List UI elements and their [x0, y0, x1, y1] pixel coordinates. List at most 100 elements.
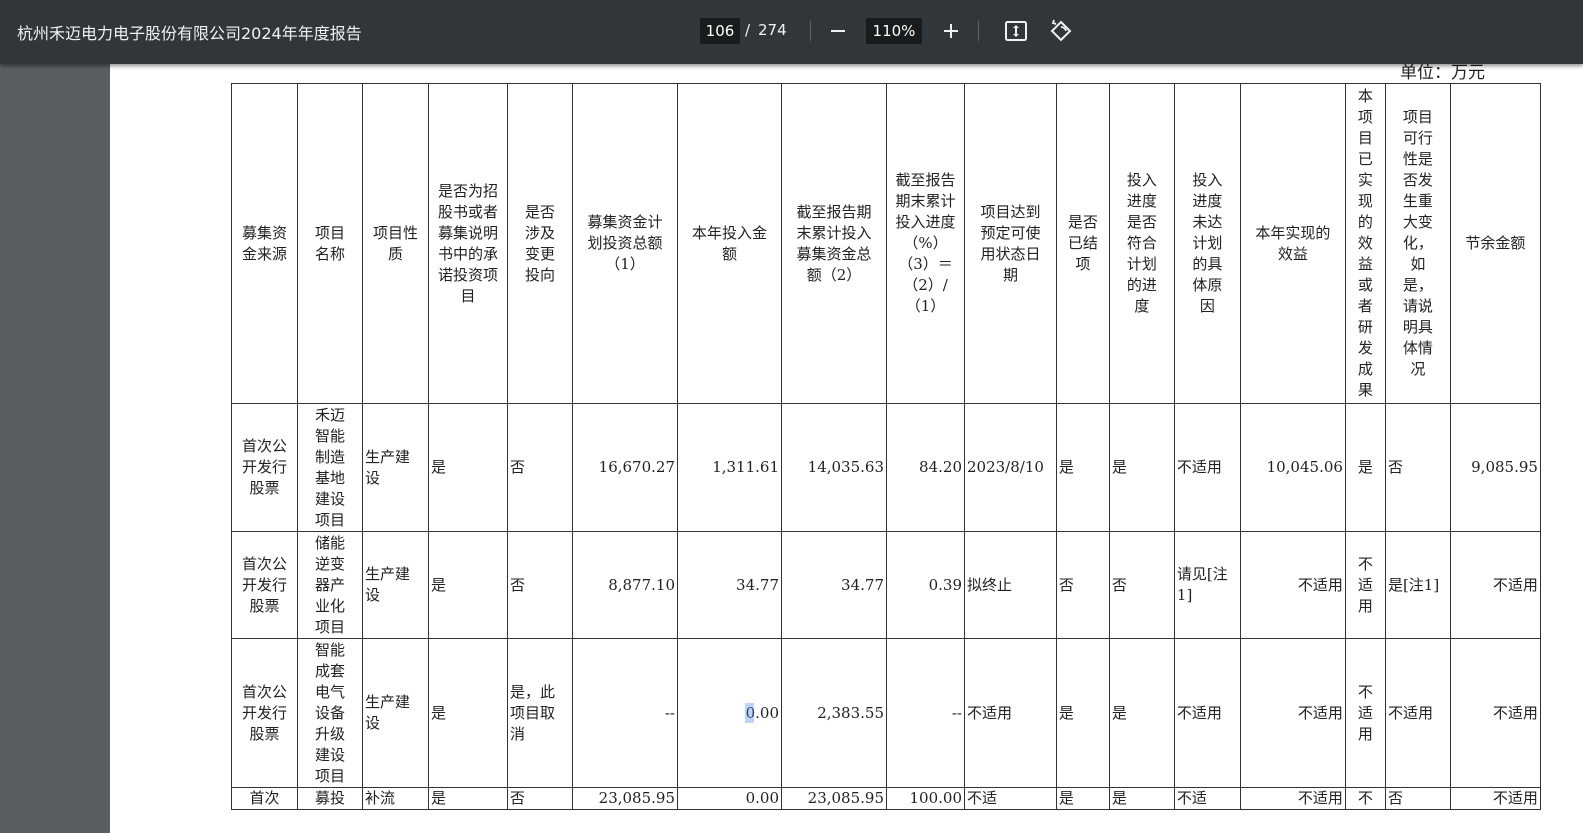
header-feasibility-change: 项目可行性是否发生重大变化，如是，请说明具体情况 — [1384, 83, 1451, 404]
header-cumulative-input: 截至报告期末累计投入募集资金总额（2） — [781, 83, 887, 404]
cell-closed: 是 — [1055, 787, 1110, 810]
cell-progress-on-plan: 否 — [1108, 531, 1175, 639]
cell-committed-project: 是 — [428, 787, 508, 810]
cell-delay-reason: 不适 — [1173, 787, 1241, 810]
cell-current-year-input: 34.77 — [677, 531, 782, 639]
cell-planned-total: 8,877.10 — [572, 531, 678, 639]
header-committed-project: 是否为招股书或者募集说明书中的承诺投资项目 — [428, 83, 508, 404]
cell-planned-total: -- — [572, 638, 678, 788]
cell-project-name: 智能成套电气设备升级建设项目 — [297, 638, 363, 788]
document-title: 杭州禾迈电力电子股份有限公司2024年年度报告 — [17, 24, 362, 43]
cell-cumulative-progress: 0.39 — [886, 531, 965, 639]
cell-fund-source: 首次 — [231, 787, 298, 810]
table-row: 首次公开发行股票 智能成套电气设备升级建设项目 生产建设 是 是，此项目取消 -… — [231, 638, 1541, 788]
header-annual-benefit: 本年实现的效益 — [1239, 83, 1346, 404]
toolbar-divider — [810, 21, 811, 41]
header-current-year-input: 本年投入金额 — [677, 83, 782, 404]
cell-feasibility-change: 是[注1] — [1384, 531, 1451, 639]
cell-ready-date: 不适用 — [964, 638, 1057, 788]
cell-planned-total: 16,670.27 — [572, 403, 678, 532]
cell-achieved-results: 不适用 — [1344, 638, 1386, 788]
cell-project-name: 禾迈智能制造基地建设项目 — [297, 403, 363, 532]
cell-cumulative-input: 14,035.63 — [781, 403, 887, 532]
cell-cumulative-input: 34.77 — [781, 531, 887, 639]
cell-delay-reason: 不适用 — [1173, 403, 1241, 532]
cell-current-year-input: 0.00 — [677, 787, 782, 810]
cell-achieved-results: 不 — [1344, 787, 1386, 810]
fit-page-button[interactable] — [1002, 17, 1030, 45]
header-planned-total: 募集资金计划投资总额（1） — [572, 83, 678, 404]
cell-surplus: 不适用 — [1449, 787, 1541, 810]
cell-fund-source: 首次公开发行股票 — [231, 531, 298, 639]
cell-project-name: 募投 — [297, 787, 363, 810]
cell-current-year-input: 1,311.61 — [677, 403, 782, 532]
header-achieved-results: 本项目已实现的效益或者研发成果 — [1344, 83, 1386, 404]
total-pages: 274 — [758, 21, 787, 39]
cell-planned-total: 23,085.95 — [572, 787, 678, 810]
cell-delay-reason: 不适用 — [1173, 638, 1241, 788]
zoom-out-button[interactable] — [824, 17, 852, 45]
cell-committed-project: 是 — [428, 403, 508, 532]
cell-ready-date: 拟终止 — [964, 531, 1057, 639]
page-separator: / — [745, 21, 751, 39]
cell-cumulative-input: 23,085.95 — [781, 787, 887, 810]
viewer-background — [0, 64, 110, 833]
table-row: 首次公开发行股票 禾迈智能制造基地建设项目 生产建设 是 否 16,670.27… — [231, 403, 1541, 532]
cell-delay-reason: 请见[注1] — [1173, 531, 1241, 639]
cell-feasibility-change: 否 — [1384, 403, 1451, 532]
fundraising-usage-table: 募集资金来源 项目名称 项目性质 是否为招股书或者募集说明书中的承诺投资项目 是… — [231, 83, 1541, 810]
cell-project-nature: 生产建设 — [362, 638, 429, 788]
cell-achieved-results: 是 — [1344, 403, 1386, 532]
header-surplus: 节余金额 — [1449, 83, 1541, 404]
zoom-level-input[interactable]: 110% — [866, 18, 922, 44]
cell-achieved-results: 不适用 — [1344, 531, 1386, 639]
cell-progress-on-plan: 是 — [1108, 787, 1175, 810]
cell-change-direction: 是，此项目取消 — [507, 638, 573, 788]
zoom-out-icon — [831, 30, 845, 32]
cell-committed-project: 是 — [428, 531, 508, 639]
table-row: 首次公开发行股票 储能逆变器产业化项目 生产建设 是 否 8,877.10 34… — [231, 531, 1541, 639]
cell-project-nature: 生产建设 — [362, 403, 429, 532]
header-delay-reason: 投入进度未达计划的具体原因 — [1173, 83, 1241, 404]
rotate-button[interactable] — [1047, 17, 1075, 45]
cell-closed: 是 — [1055, 638, 1110, 788]
page-number-input[interactable]: 106 — [700, 18, 740, 44]
header-ready-date: 项目达到预定可使用状态日期 — [964, 83, 1057, 404]
cell-change-direction: 否 — [507, 403, 573, 532]
cell-annual-benefit: 不适用 — [1239, 638, 1346, 788]
header-progress-on-plan: 投入进度是否符合计划的进度 — [1108, 83, 1175, 404]
cell-progress-on-plan: 是 — [1108, 403, 1175, 532]
cell-cumulative-progress: -- — [886, 638, 965, 788]
cell-surplus: 不适用 — [1449, 531, 1541, 639]
header-change-direction: 是否涉及变更投向 — [507, 83, 573, 404]
cell-closed: 否 — [1055, 531, 1110, 639]
cell-fund-source: 首次公开发行股票 — [231, 638, 298, 788]
pdf-toolbar: 杭州禾迈电力电子股份有限公司2024年年度报告 106 / 274 110% — [0, 0, 1583, 64]
cell-ready-date: 不适 — [964, 787, 1057, 810]
cell-project-nature: 补流 — [362, 787, 429, 810]
cell-ready-date: 2023/8/10 — [964, 403, 1057, 532]
rotate-icon — [1050, 19, 1072, 42]
header-cumulative-progress: 截至报告期末累计投入进度（%）（3）＝（2）/（1） — [886, 83, 965, 404]
unit-label: 单位：万元 — [1400, 64, 1485, 83]
cell-cumulative-input: 2,383.55 — [781, 638, 887, 788]
table-header-row: 募集资金来源 项目名称 项目性质 是否为招股书或者募集说明书中的承诺投资项目 是… — [231, 83, 1541, 404]
cell-closed: 是 — [1055, 403, 1110, 532]
fit-page-icon — [1005, 21, 1027, 41]
cell-change-direction: 否 — [507, 787, 573, 810]
cell-cumulative-progress: 84.20 — [886, 403, 965, 532]
cell-cumulative-progress: 100.00 — [886, 787, 965, 810]
cell-current-year-input: 0.00 — [677, 638, 782, 788]
header-closed: 是否已结项 — [1055, 83, 1110, 404]
cell-surplus: 不适用 — [1449, 638, 1541, 788]
table-row: 首次 募投 补流 是 否 23,085.95 0.00 23,085.95 10… — [231, 787, 1541, 810]
cell-annual-benefit: 不适用 — [1239, 787, 1346, 810]
cell-progress-on-plan: 是 — [1108, 638, 1175, 788]
zoom-in-icon — [944, 24, 958, 38]
pdf-page: 单位：万元 募集资金来源 项目名称 项目性质 是否为招股书或者募集说明书中的承诺… — [110, 64, 1583, 833]
cell-change-direction: 否 — [507, 531, 573, 639]
header-project-nature: 项目性质 — [362, 83, 429, 404]
zoom-in-button[interactable] — [937, 17, 965, 45]
cell-annual-benefit: 10,045.06 — [1239, 403, 1346, 532]
cell-feasibility-change: 否 — [1384, 787, 1451, 810]
